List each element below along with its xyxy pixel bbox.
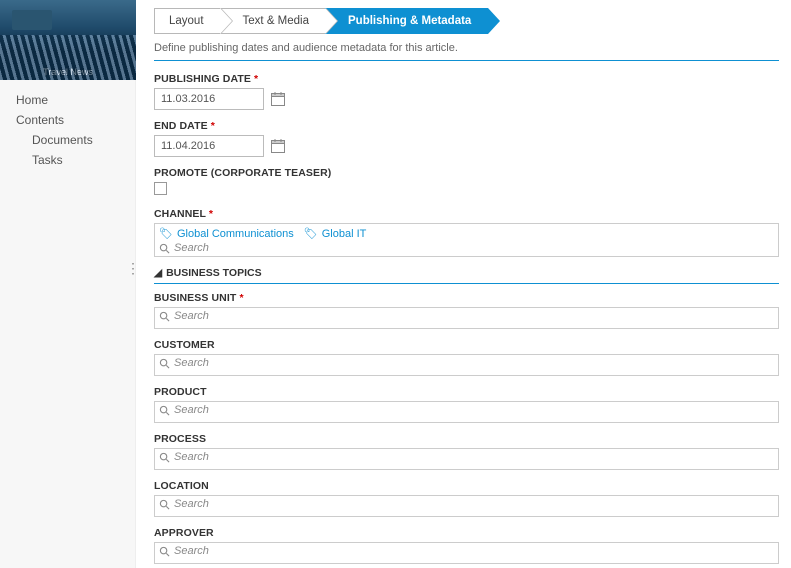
required-mark: * [254,73,258,85]
end-date-input[interactable] [154,135,264,157]
nav-contents[interactable]: Contents [0,110,135,130]
label-text: CHANNEL [154,208,206,220]
label-publishing-date: PUBLISHING DATE * [154,73,779,85]
label-approver: APPROVER [154,527,779,539]
header-divider [154,60,779,61]
publishing-date-input[interactable] [154,88,264,110]
sidebar-resize-handle[interactable]: ⋮ [126,260,140,277]
tab-layout[interactable]: Layout [154,8,221,34]
search-icon [159,452,170,463]
field-product: PRODUCT Search [154,386,779,423]
sidebar: Travel News Home Contents Documents Task… [0,0,136,568]
label-customer: CUSTOMER [154,339,779,351]
field-promote: PROMOTE (CORPORATE TEASER) [154,167,779,198]
label-text: END DATE [154,120,208,132]
label-process: PROCESS [154,433,779,445]
search-placeholder: Search [174,404,209,416]
calendar-icon[interactable] [270,138,286,154]
label-product: PRODUCT [154,386,779,398]
nav-documents[interactable]: Documents [0,130,135,150]
section-business-topics[interactable]: ◢ BUSINESS TOPICS [154,267,779,279]
sidebar-caption: Travel News [0,67,136,77]
field-end-date: END DATE * [154,120,779,157]
wizard-tabs: Layout Text & Media Publishing & Metadat… [154,8,779,34]
collapse-icon: ◢ [154,267,162,279]
tag-label: Global Communications [177,228,294,240]
page-description: Define publishing dates and audience met… [154,42,779,54]
channel-tag[interactable]: 🏷 Global Communications [159,227,294,240]
channel-search[interactable]: Search [159,242,774,254]
field-business-unit: BUSINESS UNIT * Search [154,292,779,329]
required-mark: * [211,120,215,132]
tab-publishing-metadata[interactable]: Publishing & Metadata [325,8,488,34]
process-search[interactable]: Search [154,448,779,470]
search-placeholder: Search [174,357,209,369]
promote-checkbox[interactable] [154,182,167,195]
product-search[interactable]: Search [154,401,779,423]
sidebar-nav: Home Contents Documents Tasks [0,80,135,170]
label-channel: CHANNEL * [154,208,779,220]
field-location: LOCATION Search [154,480,779,517]
field-customer: CUSTOMER Search [154,339,779,376]
section-divider [154,283,779,284]
customer-search[interactable]: Search [154,354,779,376]
search-icon [159,405,170,416]
tag-icon: 🏷 [159,227,173,240]
section-title: BUSINESS TOPICS [166,267,262,279]
search-icon [159,358,170,369]
calendar-icon[interactable] [270,91,286,107]
search-icon [159,546,170,557]
tab-text-media[interactable]: Text & Media [220,8,326,34]
business-unit-search[interactable]: Search [154,307,779,329]
label-location: LOCATION [154,480,779,492]
search-icon [159,499,170,510]
required-mark: * [209,208,213,220]
location-search[interactable]: Search [154,495,779,517]
channel-tagbox[interactable]: 🏷 Global Communications 🏷 Global IT Sear… [154,223,779,257]
approver-search[interactable]: Search [154,542,779,564]
field-publishing-date: PUBLISHING DATE * [154,73,779,110]
channel-tag[interactable]: 🏷 Global IT [304,227,367,240]
field-approver: APPROVER Search [154,527,779,564]
search-placeholder: Search [174,545,209,557]
nav-home[interactable]: Home [0,90,135,110]
label-text: PUBLISHING DATE [154,73,251,85]
label-promote: PROMOTE (CORPORATE TEASER) [154,167,779,179]
tag-label: Global IT [322,228,367,240]
search-icon [159,311,170,322]
search-placeholder: Search [174,310,209,322]
nav-tasks[interactable]: Tasks [0,150,135,170]
required-mark: * [239,292,243,304]
label-end-date: END DATE * [154,120,779,132]
search-placeholder: Search [174,498,209,510]
sidebar-hero-image[interactable]: Travel News [0,0,136,80]
field-process: PROCESS Search [154,433,779,470]
search-icon [159,243,170,254]
label-text: BUSINESS UNIT [154,292,236,304]
field-channel: CHANNEL * 🏷 Global Communications 🏷 Glob… [154,208,779,257]
label-business-unit: BUSINESS UNIT * [154,292,779,304]
search-placeholder: Search [174,451,209,463]
tag-icon: 🏷 [304,227,318,240]
search-placeholder: Search [174,242,209,254]
main-content: Layout Text & Media Publishing & Metadat… [136,0,791,568]
